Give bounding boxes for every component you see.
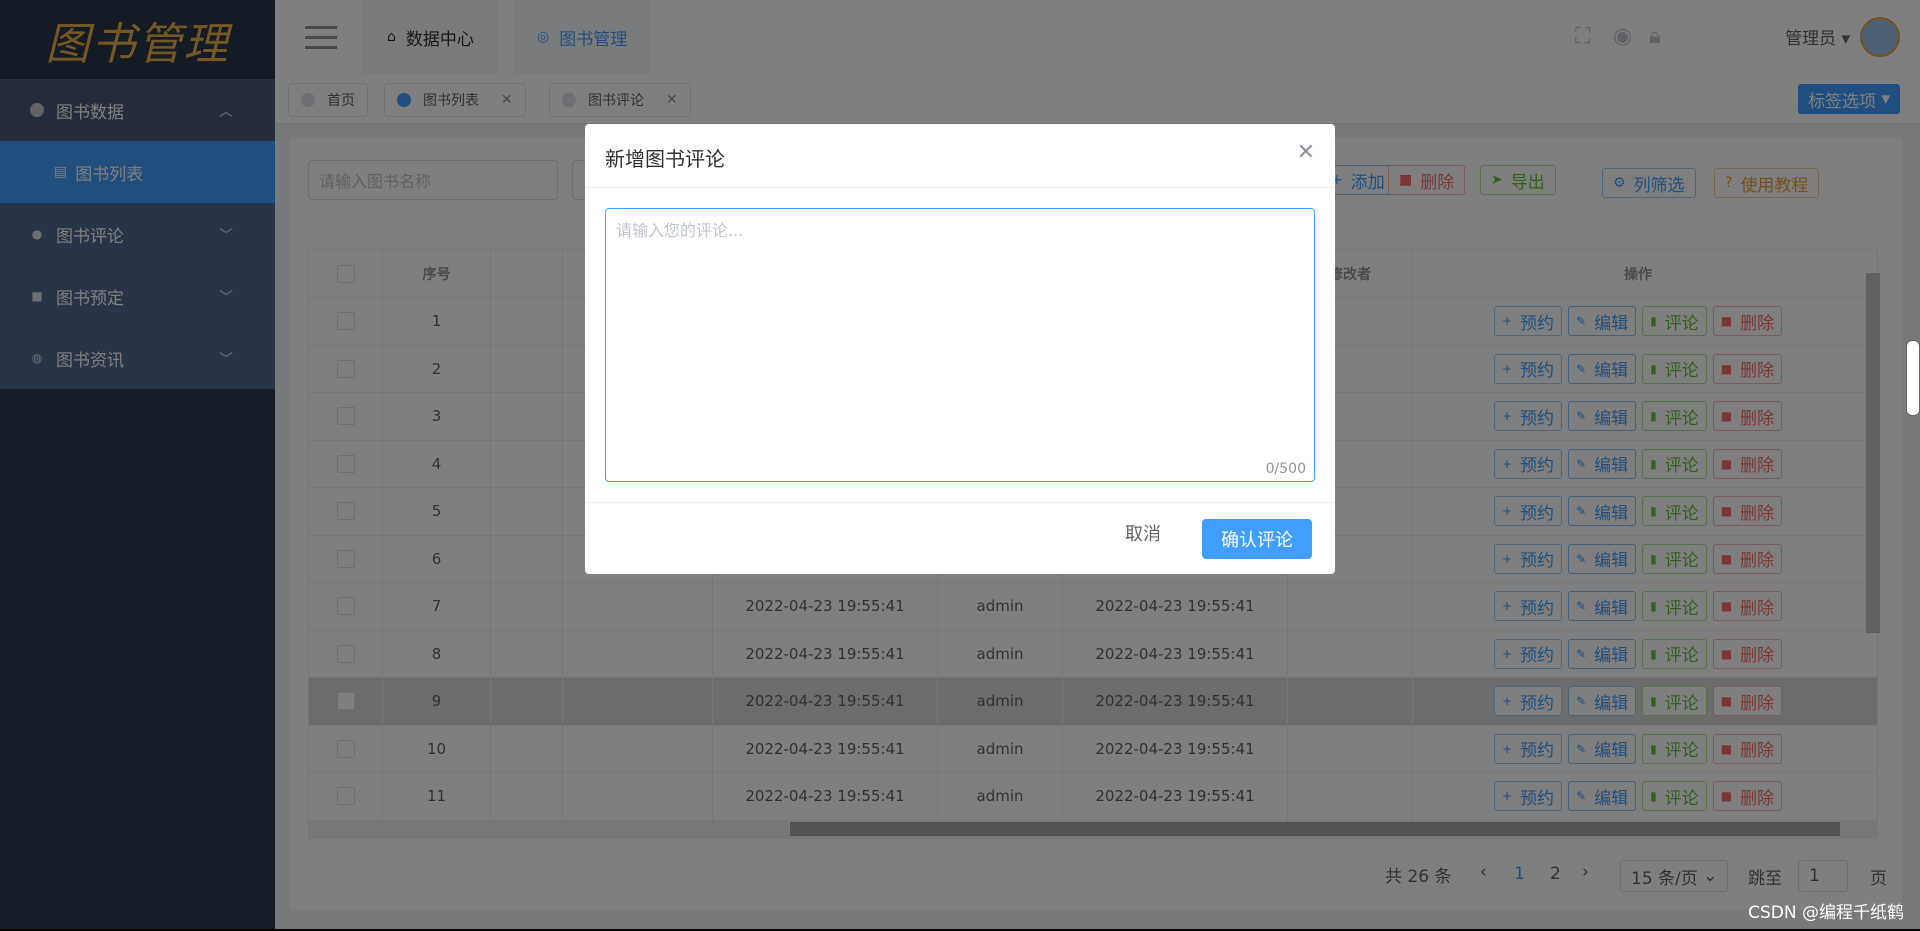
cancel-button[interactable]: 取消 <box>1125 520 1161 546</box>
add-comment-dialog: 新增图书评论 ✕ 请输入您的评论... 0/500 取消 确认评论 <box>585 124 1335 574</box>
confirm-comment-button[interactable]: 确认评论 <box>1202 519 1312 559</box>
comment-placeholder: 请输入您的评论... <box>616 221 744 240</box>
comment-textarea[interactable]: 请输入您的评论... 0/500 <box>605 208 1315 482</box>
dialog-divider <box>585 502 1335 503</box>
dialog-title: 新增图书评论 <box>605 147 725 171</box>
char-counter: 0/500 <box>1265 461 1306 477</box>
close-icon[interactable]: ✕ <box>1297 140 1315 165</box>
dialog-divider <box>585 187 1335 188</box>
side-scroll-handle[interactable] <box>1906 340 1920 416</box>
watermark: CSDN @编程千纸鹤 <box>1748 903 1904 923</box>
